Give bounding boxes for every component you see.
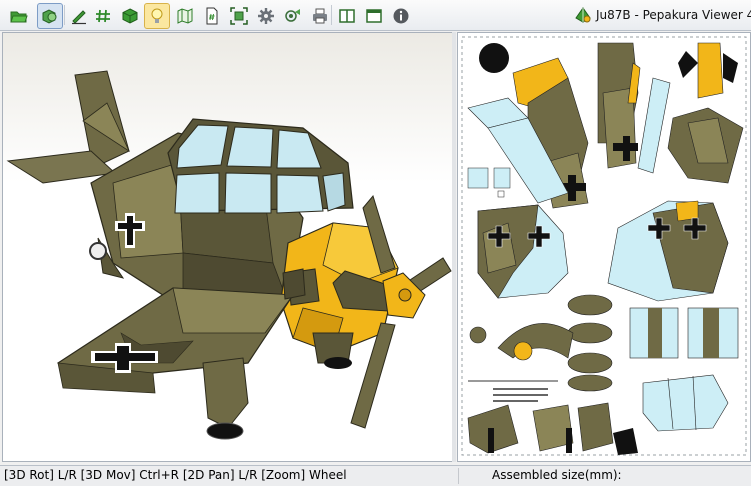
pattern-black-circle	[479, 43, 509, 73]
pattern-propeller-gear	[469, 323, 574, 361]
green-cube-icon	[122, 8, 138, 24]
open-file-button[interactable]	[6, 3, 32, 29]
unfold-map-button[interactable]	[172, 3, 198, 29]
view-splitter[interactable]	[452, 32, 456, 462]
hash-icon	[96, 9, 110, 23]
page-number-icon	[206, 7, 218, 25]
window-title-area: Ju87B - Pepakura Viewer 4	[574, 4, 751, 26]
canopy	[167, 118, 354, 214]
map-icon	[177, 8, 193, 24]
single-view-button[interactable]	[361, 3, 387, 29]
pattern-fuselage-right	[597, 42, 641, 169]
edge-id-button[interactable]	[90, 3, 116, 29]
status-divider	[458, 468, 459, 484]
pattern-canopy-panels	[629, 307, 739, 359]
window-title: Ju87B - Pepakura Viewer 4	[596, 8, 751, 22]
main-wing	[57, 287, 295, 394]
lightbulb-icon	[151, 8, 163, 23]
pepakura-app-icon	[575, 7, 591, 23]
3d-model-view[interactable]	[2, 32, 453, 462]
gear-icon	[258, 8, 274, 24]
toolbar-separator	[64, 5, 65, 25]
info-button[interactable]	[388, 3, 414, 29]
aircraft-3d-model	[6, 70, 452, 440]
pattern-tail-yellow	[678, 42, 738, 99]
pattern-small-tabs	[467, 167, 511, 198]
pattern-gear-parts	[567, 294, 613, 392]
status-bar: [3D Rot] L/R [3D Mov] Ctrl+R [2D Pan] L/…	[0, 465, 751, 486]
folder-open-icon	[10, 11, 28, 23]
printer-icon	[313, 8, 327, 24]
view-options-button[interactable]	[280, 3, 306, 29]
split-view-button[interactable]	[334, 3, 360, 29]
2d-pattern-view[interactable]	[457, 32, 751, 462]
3d-shapes-icon	[42, 9, 57, 24]
page-numbers-button[interactable]	[199, 3, 225, 29]
settings-button[interactable]	[253, 3, 279, 29]
light-button[interactable]	[144, 3, 170, 29]
unfolded-pattern-sheet	[461, 36, 747, 456]
fit-view-button[interactable]	[226, 3, 252, 29]
draw-edge-button[interactable]	[66, 3, 92, 29]
pattern-wing-right	[607, 200, 729, 302]
pattern-wing-left	[477, 204, 569, 299]
eye-icon	[285, 9, 300, 22]
info-icon	[393, 8, 409, 24]
pen-edge-icon	[72, 10, 86, 25]
pepakura-viewer-window: Ju87B - Pepakura Viewer 4 [3D Rot] L/R […	[0, 0, 751, 486]
3d-view-mode-button[interactable]	[37, 3, 63, 29]
pattern-info-lines	[468, 380, 558, 402]
pattern-tailplane	[667, 107, 744, 184]
window-icon	[366, 9, 382, 23]
print-button[interactable]	[307, 3, 333, 29]
split-window-icon	[339, 9, 355, 23]
toolbar: Ju87B - Pepakura Viewer 4	[0, 0, 751, 31]
toolbar-separator	[331, 5, 332, 25]
radiator	[282, 268, 306, 300]
show-3d-model-button[interactable]	[117, 3, 143, 29]
fit-icon	[230, 7, 248, 25]
assembled-size-label: Assembled size(mm):	[492, 468, 622, 482]
status-hint-text: [3D Rot] L/R [3D Mov] Ctrl+R [2D Pan] L/…	[4, 468, 347, 482]
